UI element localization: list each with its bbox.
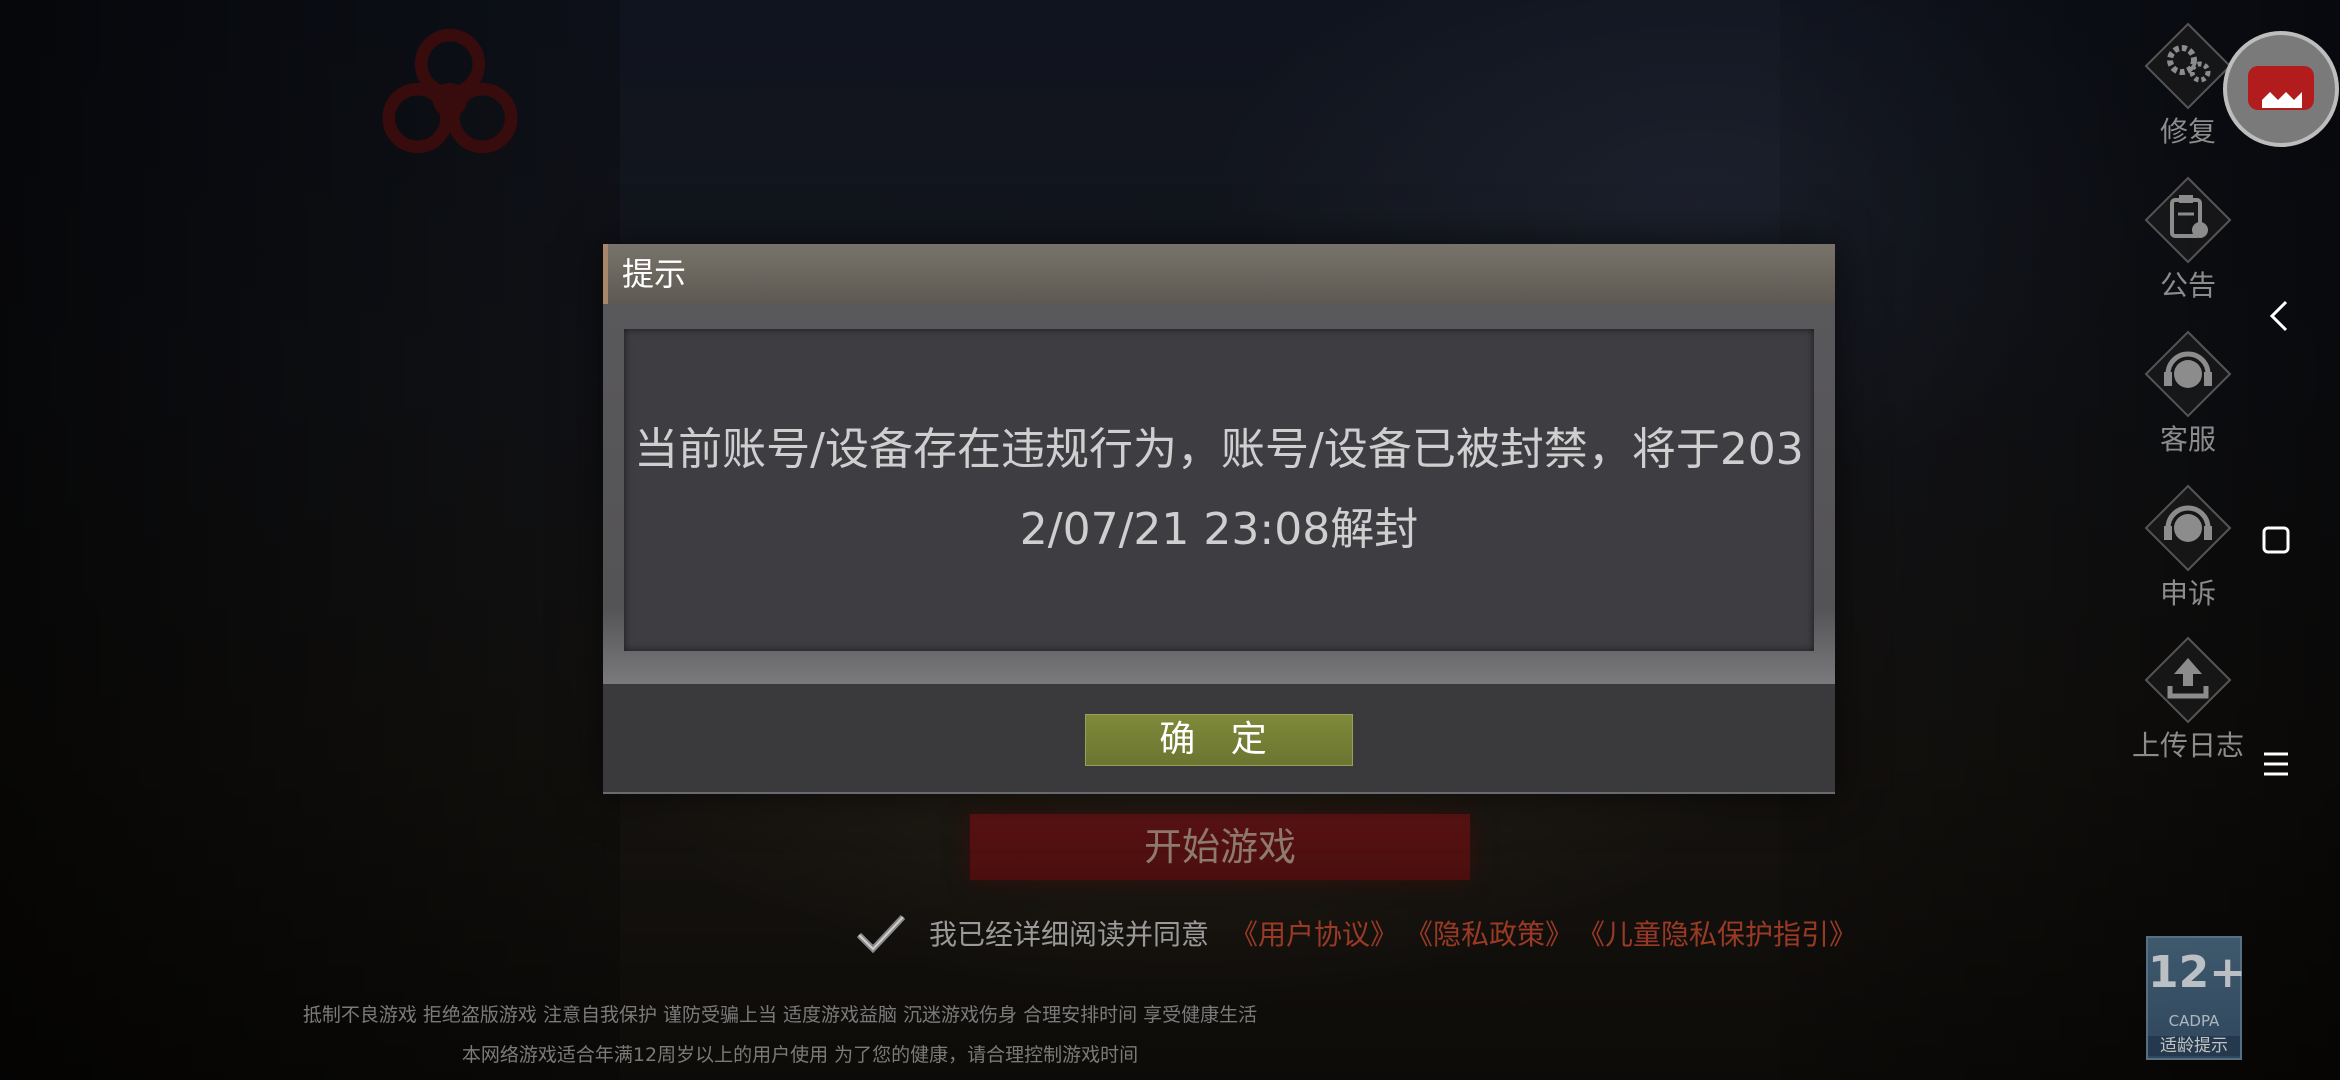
age-rating-label: 适龄提示 <box>2148 1036 2240 1056</box>
start-game-button[interactable]: 开始游戏 <box>970 814 1470 880</box>
square-icon[interactable] <box>2256 520 2296 560</box>
menu-icon[interactable] <box>2256 744 2296 784</box>
headset-icon <box>2144 330 2232 418</box>
headset-icon <box>2144 484 2232 572</box>
side-item-upload-log-label: 上传日志 <box>2131 729 2244 762</box>
side-item-announcement-label: 公告 <box>2159 269 2216 302</box>
confirm-button[interactable]: 确 定 <box>1085 714 1353 766</box>
side-item-customer-service-label: 客服 <box>2159 423 2216 456</box>
game-screen: 开始游戏 我已经详细阅读并同意 《用户协议》 《隐私政策》 《儿童隐私保护指引》… <box>0 0 2340 1080</box>
side-item-appeal-label: 申诉 <box>2159 577 2216 610</box>
age-rating-badge: 12+ CADPA 适龄提示 <box>2146 936 2247 1060</box>
age-rating-value: 12+ <box>2148 947 2247 998</box>
dialog-body: 当前账号/设备存在违规行为，账号/设备已被封禁，将于2032/07/21 23:… <box>603 304 1835 684</box>
user-agreement-link[interactable]: 《用户协议》 <box>1230 917 1398 953</box>
chevron-left-icon[interactable] <box>2260 296 2300 336</box>
health-notice-line1: 抵制不良游戏 拒绝盗版游戏 注意自我保护 谨防受骗上当 适度游戏益脑 沉迷游戏伤… <box>302 1004 1258 1026</box>
floating-assistant-icon[interactable] <box>2222 30 2340 148</box>
side-item-customer-service[interactable]: 客服 <box>2128 324 2248 456</box>
upload-icon <box>2144 636 2232 724</box>
side-item-announcement[interactable]: 公告 <box>2128 170 2248 302</box>
message-box: 当前账号/设备存在违规行为，账号/设备已被封禁，将于2032/07/21 23:… <box>624 329 1814 651</box>
dialog-title: 提示 <box>622 255 687 293</box>
agreement-row: 我已经详细阅读并同意 《用户协议》 《隐私政策》 《儿童隐私保护指引》 <box>855 905 1857 965</box>
side-item-appeal[interactable]: 申诉 <box>2128 478 2248 610</box>
privacy-policy-link[interactable]: 《隐私政策》 <box>1405 917 1573 953</box>
child-privacy-link[interactable]: 《儿童隐私保护指引》 <box>1577 917 1857 953</box>
agreement-text: 我已经详细阅读并同意 <box>929 918 1210 951</box>
ban-message: 当前账号/设备存在违规行为，账号/设备已被封禁，将于2032/07/21 23:… <box>634 424 1804 555</box>
health-notice-line2: 本网络游戏适合年满12周岁以上的用户使用 为了您的健康，请合理控制游戏时间 <box>461 1044 1139 1066</box>
clipboard-icon <box>2144 176 2232 264</box>
age-rating-org: CADPA <box>2168 1012 2220 1030</box>
dialog-header: 提示 <box>603 244 1835 304</box>
checkbox-checked-icon[interactable] <box>855 911 907 957</box>
side-item-upload-log[interactable]: 上传日志 <box>2128 630 2248 762</box>
ban-notice-dialog: 提示 当前账号/设备存在违规行为，账号/设备已被封禁，将于2032/07/21 … <box>603 244 1835 794</box>
dialog-footer: 确 定 <box>603 684 1835 794</box>
